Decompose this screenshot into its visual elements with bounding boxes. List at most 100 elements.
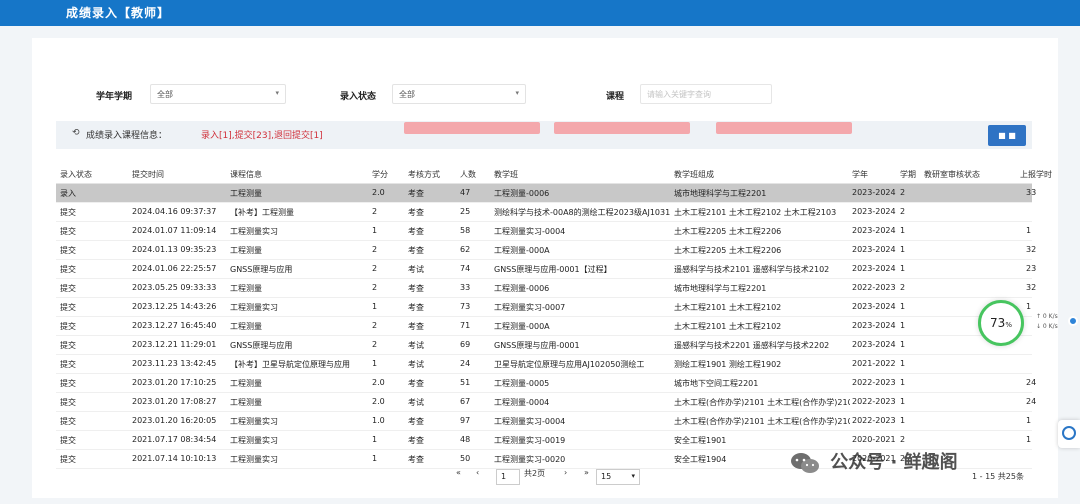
cell-assessment: 考试 <box>408 265 424 274</box>
first-page-button[interactable]: « <box>456 468 461 477</box>
cell-teaching-class: 工程测量-0004 <box>494 398 550 407</box>
column-header-course-info: 课程信息 <box>230 170 262 179</box>
cell-term: 2 <box>900 207 906 216</box>
cell-student-count: 97 <box>460 416 471 425</box>
cell-status: 提交 <box>60 417 76 426</box>
cell-submit-time: 2023.11.23 13:42:45 <box>132 359 217 368</box>
column-header-student-count: 人数 <box>460 170 476 179</box>
cell-teaching-class: 工程测量-000A <box>494 246 550 255</box>
cell-credit: 1 <box>372 302 378 311</box>
upload-speed: ↑ 0 K/s <box>1036 313 1058 320</box>
table-row[interactable]: 提交 2023.01.20 16:20:05 工程测量实习 1.0 考查 97 工程测量实习… <box>56 412 1032 431</box>
cell-course-info: 工程测量实习 <box>230 417 278 426</box>
column-header-submit-time: 提交时间 <box>132 170 164 179</box>
column-header-academic-year: 学年 <box>852 170 868 179</box>
cell-submit-time: 2021.07.14 10:10:13 <box>132 454 217 463</box>
side-dot-icon[interactable] <box>1068 316 1078 326</box>
prev-page-button[interactable]: ‹ <box>476 468 479 477</box>
cell-status: 提交 <box>60 360 76 369</box>
cell-class-composition: 土木工程2205 土木工程2206 <box>674 246 782 255</box>
cell-teaching-class: 测绘科学与技术-00A8的测绘工程2023级AJ103103F24工 <box>494 208 670 217</box>
table-row[interactable]: 提交 2023.12.21 11:29:01 GNSS原理与应用 2 考试 69 GNSS原… <box>56 336 1032 355</box>
column-header-status: 录入状态 <box>60 170 92 179</box>
cell-assessment: 考查 <box>408 246 424 255</box>
cell-credit: 2 <box>372 245 378 254</box>
download-speed: ↓ 0 K/s <box>1036 323 1058 330</box>
cell-reported-hours: 1 <box>1026 226 1032 235</box>
cell-academic-year: 2021-2022 <box>852 359 896 368</box>
column-header-term: 学期 <box>900 170 916 179</box>
cell-submit-time: 2024.01.13 09:35:23 <box>132 245 217 254</box>
cell-term: 1 <box>900 302 906 311</box>
network-progress-ring[interactable]: 73% <box>978 300 1024 346</box>
table-header: 录入状态 提交时间 课程信息 学分 考核方式 人数 教学班 教学班组成 学年 学期 教研室审核状态 上… <box>56 164 1052 184</box>
cell-academic-year: 2022-2023 <box>852 416 896 425</box>
last-page-button[interactable]: » <box>584 468 589 477</box>
cell-student-count: 58 <box>460 226 471 235</box>
cell-course-info: 工程测量实习 <box>230 455 278 464</box>
table-row[interactable]: 提交 2024.01.13 09:35:23 工程测量 2 考查 62 工程测量-000A 土… <box>56 241 1036 260</box>
cell-reported-hours: 32 <box>1026 245 1037 254</box>
cell-credit: 2.0 <box>372 378 385 387</box>
cell-academic-year: 2023-2024 <box>852 226 896 235</box>
cell-submit-time: 2023.12.27 16:45:40 <box>132 321 217 330</box>
cell-student-count: 25 <box>460 207 471 216</box>
cell-student-count: 73 <box>460 302 471 311</box>
cell-course-info: 工程测量 <box>230 379 262 388</box>
cell-class-composition: 遥感科学与技术2101 遥感科学与技术2102 <box>674 265 830 274</box>
page-input[interactable]: 1 <box>496 469 520 485</box>
table-row[interactable]: 提交 2024.01.06 22:25:57 GNSS原理与应用 2 考试 74 GNSS原… <box>56 260 1036 279</box>
cell-class-composition: 测绘工程1901 测绘工程1902 <box>674 360 782 369</box>
table-row[interactable]: 录入 工程测量 2.0 考查 47 工程测量-0006 城市地理科学与工程2201 2023-… <box>56 184 1036 203</box>
side-widget[interactable] <box>1058 420 1080 448</box>
table-row[interactable]: 提交 2023.05.25 09:33:33 工程测量 2 考查 33 工程测量-0006 城… <box>56 279 1036 298</box>
table-row[interactable]: 提交 2023.01.20 17:08:27 工程测量 2.0 考试 67 工程测量-000… <box>56 393 1036 412</box>
cell-class-composition: 土木工程2101 土木工程2102 <box>674 322 782 331</box>
cell-status: 录入 <box>60 189 76 198</box>
cell-course-info: GNSS原理与应用 <box>230 265 293 274</box>
cell-assessment: 考查 <box>408 284 424 293</box>
cell-student-count: 48 <box>460 435 471 444</box>
status-select[interactable]: 全部 ▾ <box>392 84 526 104</box>
cell-assessment: 考查 <box>408 417 424 426</box>
progress-value: 73 <box>990 316 1006 330</box>
table-row[interactable]: 提交 2024.01.07 11:09:14 工程测量实习 1 考查 58 工程测量实习-0… <box>56 222 1032 241</box>
cell-submit-time: 2024.01.07 11:09:14 <box>132 226 217 235</box>
course-info-label: 成绩录入课程信息： <box>86 131 168 141</box>
cell-student-count: 24 <box>460 359 471 368</box>
table-row[interactable]: 提交 2024.04.16 09:37:37 【补考】工程测量 2 考查 25 测绘科学与技… <box>56 203 1032 222</box>
column-header-review-status: 教研室审核状态 <box>924 170 980 179</box>
wechat-icon <box>791 453 819 473</box>
cell-submit-time: 2023.12.25 14:43:26 <box>132 302 217 311</box>
course-search-input[interactable]: 请输入关键字查询 <box>640 84 772 104</box>
cell-teaching-class: GNSS原理与应用-0001【过程】 <box>494 265 612 274</box>
cell-assessment: 考查 <box>408 303 424 312</box>
cell-credit: 2 <box>372 321 378 330</box>
page-size-select[interactable]: 15 ▾ <box>596 469 640 485</box>
action-button[interactable]: ■ ■ <box>988 125 1026 146</box>
table-row[interactable]: 提交 2023.01.20 17:10:25 工程测量 2.0 考查 51 工程测量-000… <box>56 374 1036 393</box>
cell-academic-year: 2023-2024 <box>852 321 896 330</box>
cell-academic-year: 2023-2024 <box>852 245 896 254</box>
cell-credit: 2 <box>372 207 378 216</box>
cell-course-info: 【补考】卫星导航定位原理与应用 <box>230 360 350 369</box>
cell-assessment: 考试 <box>408 360 424 369</box>
cell-credit: 2 <box>372 283 378 292</box>
table-row[interactable]: 提交 2023.11.23 13:42:45 【补考】卫星导航定位原理与应用 1 考试 2… <box>56 355 1032 374</box>
refresh-icon[interactable]: ⟲ <box>72 128 80 138</box>
cell-term: 1 <box>900 359 906 368</box>
next-page-button[interactable]: › <box>564 468 567 477</box>
table-row[interactable]: 提交 2023.12.25 14:43:26 工程测量实习 1 考查 73 工程测量实习-0… <box>56 298 1032 317</box>
cell-submit-time: 2023.05.25 09:33:33 <box>132 283 217 292</box>
course-info-bar: ⟲ 成绩录入课程信息： 录入[1],提交[23],退回提交[1] <box>56 121 1032 149</box>
cell-submit-time: 2023.01.20 17:10:25 <box>132 378 217 387</box>
term-select[interactable]: 全部 ▾ <box>150 84 286 104</box>
cell-course-info: 工程测量实习 <box>230 303 278 312</box>
page-size-value: 15 <box>601 472 612 481</box>
cell-course-info: 工程测量 <box>230 284 262 293</box>
course-info-counts[interactable]: 录入[1],提交[23],退回提交[1] <box>201 128 323 141</box>
cell-teaching-class: 工程测量-0006 <box>494 189 550 198</box>
cell-academic-year: 2022-2023 <box>852 397 896 406</box>
cell-academic-year: 2023-2024 <box>852 207 896 216</box>
table-row[interactable]: 提交 2023.12.27 16:45:40 工程测量 2 考查 71 工程测量-000A 土… <box>56 317 1032 336</box>
